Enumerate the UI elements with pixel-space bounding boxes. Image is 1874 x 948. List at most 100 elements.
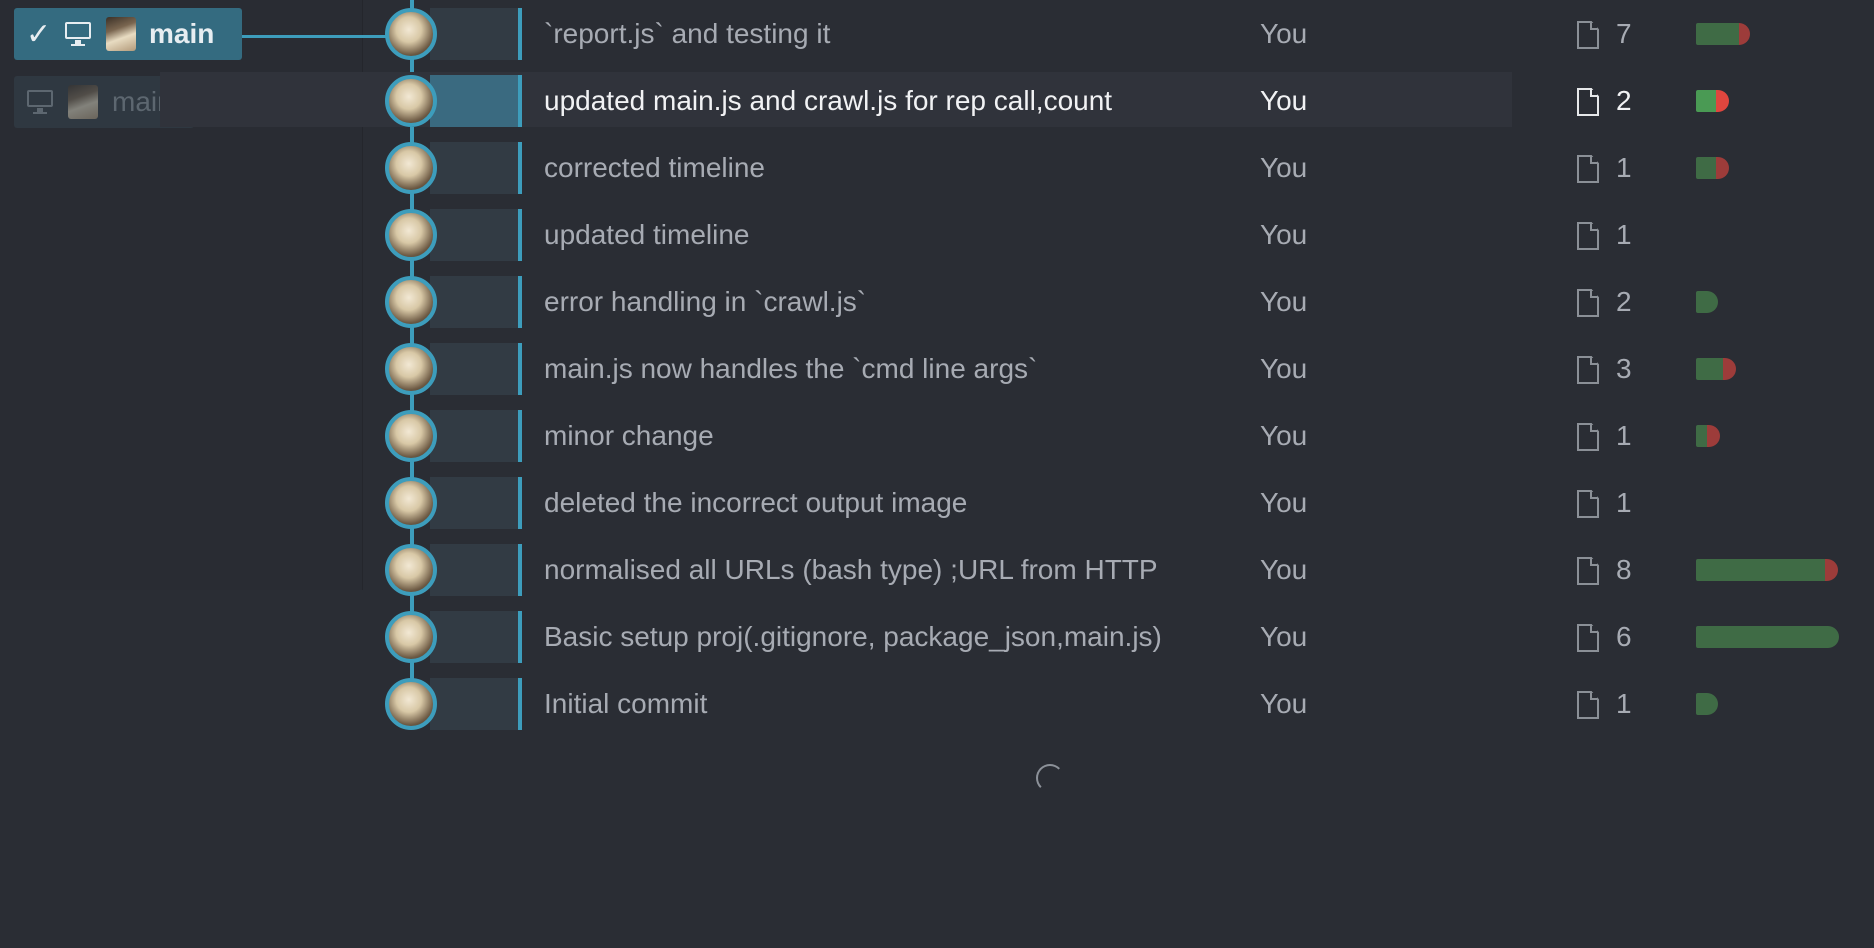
commit-row[interactable]: Initial commit You 1 xyxy=(0,678,1718,736)
changed-files-count: 8 xyxy=(1616,554,1632,585)
commit-author-avatar xyxy=(385,276,437,328)
commit-message: minor change xyxy=(544,420,714,451)
commit-row[interactable]: normalised all URLs (bash type) ;URL fro… xyxy=(0,544,1838,602)
commit-author-avatar xyxy=(385,142,437,194)
commit-node-bar xyxy=(430,477,522,529)
file-icon xyxy=(1577,21,1599,49)
diff-stat-bar xyxy=(1696,23,1750,45)
commit-message: corrected timeline xyxy=(544,152,765,183)
commit-message: Initial commit xyxy=(544,688,708,719)
commit-message: error handling in `crawl.js` xyxy=(544,286,867,317)
diff-stat-bar xyxy=(1696,425,1720,447)
commit-author: You xyxy=(1260,688,1308,719)
commit-message: Basic setup proj(.gitignore, package_jso… xyxy=(544,621,1162,652)
file-icon xyxy=(1577,88,1599,116)
commit-author: You xyxy=(1260,621,1308,652)
commit-node-bar xyxy=(430,678,522,730)
commit-author: You xyxy=(1260,85,1308,116)
file-icon xyxy=(1577,356,1599,384)
commit-message: updated main.js and crawl.js for rep cal… xyxy=(544,85,1113,116)
changed-files-count: 1 xyxy=(1616,420,1632,451)
diff-stat-bar xyxy=(1696,157,1729,179)
commit-row[interactable]: deleted the incorrect output image You 1 xyxy=(0,477,1632,535)
commit-node-bar xyxy=(430,209,522,261)
commit-row[interactable]: corrected timeline You 1 xyxy=(0,142,1729,200)
diff-added-bar xyxy=(1696,157,1716,179)
diff-deleted-bar xyxy=(1716,90,1729,112)
commit-row[interactable]: Basic setup proj(.gitignore, package_jso… xyxy=(0,611,1839,669)
commit-author-avatar xyxy=(385,343,437,395)
diff-stat-bar xyxy=(1696,291,1718,313)
diff-deleted-bar xyxy=(1716,157,1729,179)
commit-row[interactable]: `report.js` and testing it You 7 xyxy=(0,8,1750,66)
commit-row[interactable]: updated timeline You 1 xyxy=(0,209,1632,267)
diff-added-bar xyxy=(1696,425,1707,447)
diff-stat-bar xyxy=(1696,90,1729,112)
diff-deleted-bar xyxy=(1723,358,1736,380)
file-icon xyxy=(1577,222,1599,250)
commit-node-bar xyxy=(430,276,522,328)
commit-author-avatar xyxy=(385,209,437,261)
diff-added-bar xyxy=(1696,626,1839,648)
diff-added-bar xyxy=(1696,559,1825,581)
commit-row[interactable]: minor change You 1 xyxy=(0,410,1720,468)
commit-message: deleted the incorrect output image xyxy=(544,487,968,518)
commit-author: You xyxy=(1260,487,1308,518)
commit-author-avatar xyxy=(385,75,437,127)
commit-author: You xyxy=(1260,18,1308,49)
diff-deleted-bar xyxy=(1707,425,1720,447)
commit-node-bar xyxy=(430,343,522,395)
diff-added-bar xyxy=(1696,693,1718,715)
commit-message: normalised all URLs (bash type) ;URL fro… xyxy=(544,554,1158,585)
diff-added-bar xyxy=(1696,358,1723,380)
file-icon xyxy=(1577,423,1599,451)
commit-author-avatar xyxy=(385,477,437,529)
commit-node-bar xyxy=(430,8,522,60)
file-icon xyxy=(1577,155,1599,183)
commit-author: You xyxy=(1260,353,1308,384)
commit-row[interactable]: updated main.js and crawl.js for rep cal… xyxy=(0,72,1729,133)
commit-node-bar xyxy=(430,544,522,596)
diff-deleted-bar xyxy=(1739,23,1750,45)
diff-stat-bar xyxy=(1696,693,1718,715)
diff-deleted-bar xyxy=(1825,559,1838,581)
diff-stat-bar xyxy=(1696,559,1838,581)
commit-author-avatar xyxy=(385,544,437,596)
loading-spinner-icon xyxy=(1036,764,1064,792)
file-icon xyxy=(1577,557,1599,585)
changed-files-count: 2 xyxy=(1616,286,1632,317)
changed-files-count: 3 xyxy=(1616,353,1632,384)
commit-row[interactable]: main.js now handles the `cmd line args` Y… xyxy=(0,343,1736,401)
diff-added-bar xyxy=(1696,23,1739,45)
commit-author: You xyxy=(1260,152,1308,183)
file-icon xyxy=(1577,490,1599,518)
commit-author: You xyxy=(1260,420,1308,451)
commit-node-bar xyxy=(430,142,522,194)
commit-author-avatar xyxy=(385,8,437,60)
commit-author-avatar xyxy=(385,611,437,663)
diff-stat-bar xyxy=(1696,626,1839,648)
file-icon xyxy=(1577,691,1599,719)
file-icon xyxy=(1577,289,1599,317)
diff-added-bar xyxy=(1696,291,1718,313)
diff-added-bar xyxy=(1696,90,1716,112)
commit-message: updated timeline xyxy=(544,219,750,250)
commit-author: You xyxy=(1260,219,1308,250)
changed-files-count: 1 xyxy=(1616,487,1632,518)
commit-author: You xyxy=(1260,554,1308,585)
changed-files-count: 1 xyxy=(1616,152,1632,183)
changed-files-count: 6 xyxy=(1616,621,1632,652)
changed-files-count: 1 xyxy=(1616,688,1632,719)
commit-row[interactable]: error handling in `crawl.js` You 2 xyxy=(0,276,1718,334)
changed-files-count: 2 xyxy=(1616,85,1632,116)
changed-files-count: 7 xyxy=(1616,18,1632,49)
file-icon xyxy=(1577,624,1599,652)
commit-message: main.js now handles the `cmd line args` xyxy=(544,353,1038,384)
commit-author-avatar xyxy=(385,410,437,462)
diff-stat-bar xyxy=(1696,358,1736,380)
commit-author-avatar xyxy=(385,678,437,730)
commit-node-bar xyxy=(430,611,522,663)
commit-node-bar xyxy=(430,75,522,127)
commit-node-bar xyxy=(430,410,522,462)
commit-author: You xyxy=(1260,286,1308,317)
